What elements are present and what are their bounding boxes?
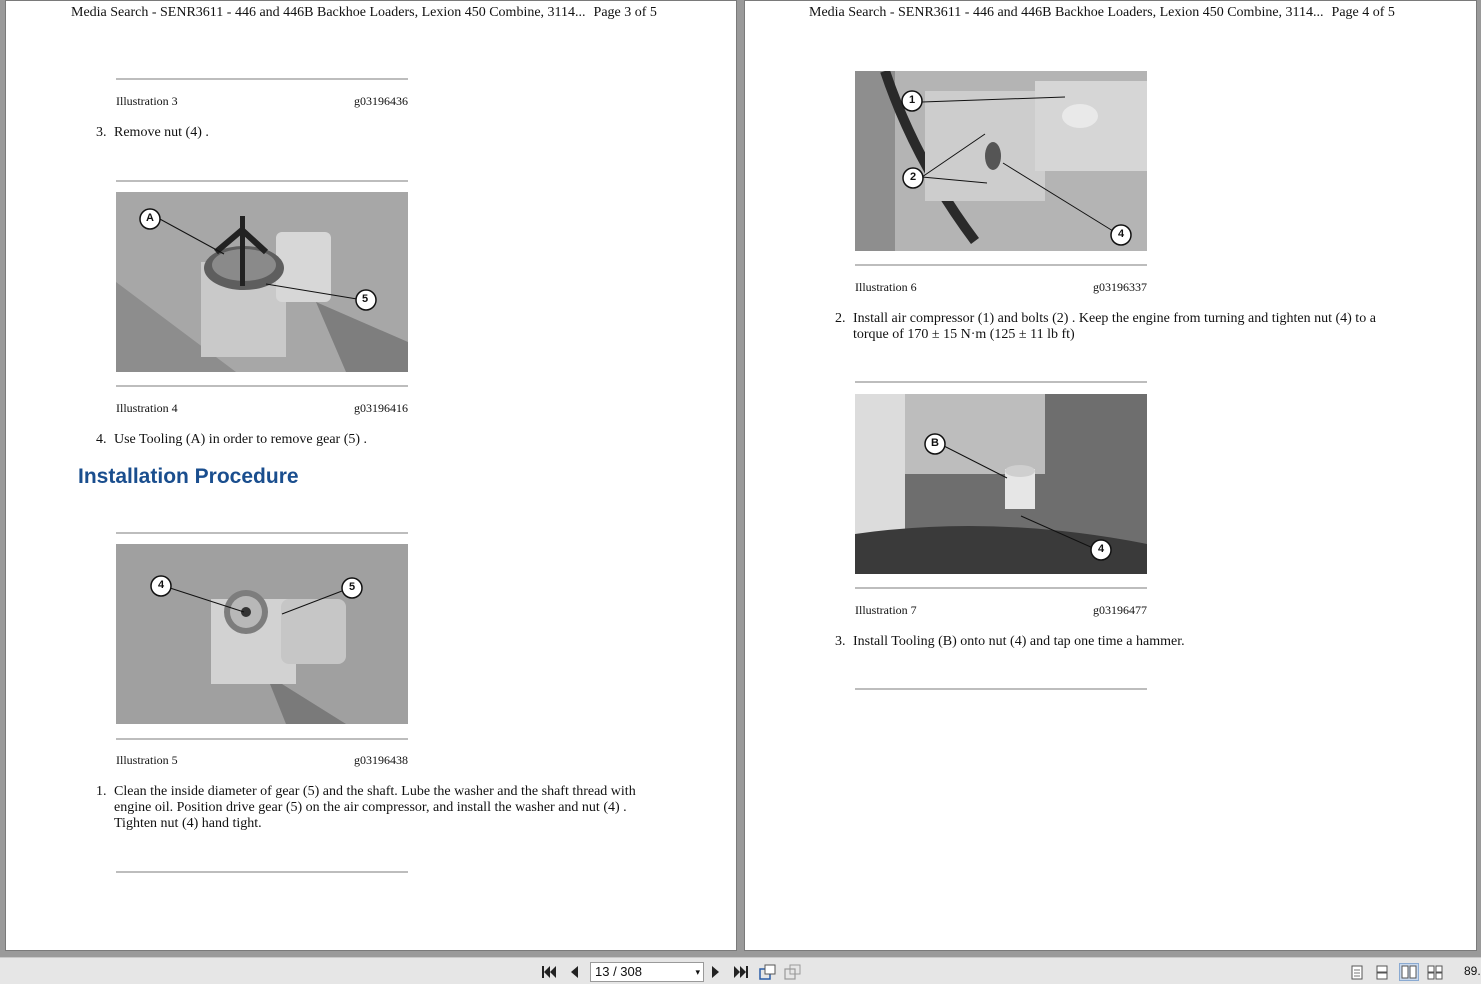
illustration-label: Illustration 7 [855,603,917,617]
illustration-code: g03196436 [354,94,408,108]
step-text: Install Tooling (B) onto nut (4) and tap… [853,634,1185,649]
step-number: 1. [96,784,107,799]
header-title: Media Search - SENR3611 - 446 and 446B B… [71,5,586,20]
callout-5: 5 [362,293,369,305]
previous-page-icon [571,966,578,978]
illustration-photo-tooling: B 4 [855,394,1147,574]
step-number: 3. [96,125,107,140]
illustration-label: Illustration 3 [116,94,178,108]
callout-b: B [931,437,939,449]
step-number: 4. [96,432,107,447]
rotate-icon [759,964,776,980]
two-page-icon [1401,965,1417,979]
two-page-continuous-icon [1427,965,1443,979]
single-page-view-button[interactable] [1348,963,1366,981]
procedure-step: 1. Clean the inside diameter of gear (5)… [96,784,706,834]
fit-icon [784,964,801,980]
illustration-label: Illustration 6 [855,280,917,294]
illustration-rule [855,688,1147,690]
last-page-button[interactable] [732,963,750,981]
single-page-icon [1351,965,1363,979]
callout-4: 4 [158,579,165,591]
page-header: Media Search - SENR3611 - 446 and 446B B… [71,5,657,21]
illustration-photo-air-compressor: 1 2 4 [855,71,1147,251]
next-page-icon [712,966,719,978]
illustration-photo-gear-puller: A 5 [116,192,408,372]
illustration-rule [855,264,1147,266]
header-page-number: Page 3 of 5 [593,5,657,20]
illustration-label: Illustration 4 [116,401,178,415]
callout-1: 1 [909,94,916,106]
callout-4: 4 [1118,228,1125,240]
page-header: Media Search - SENR3611 - 446 and 446B B… [809,5,1395,21]
illustration-rule [855,587,1147,589]
last-page-icon [734,966,748,978]
step-number: 2. [835,311,846,326]
step-text-line: Tighten nut (4) hand tight. [114,816,262,831]
zoom-level[interactable]: 89. [1464,964,1481,978]
first-page-icon [542,966,556,978]
illustration-code: g03196337 [1093,280,1147,294]
step-text-line: engine oil. Position drive gear (5) on t… [114,800,627,815]
illustration-rule [116,738,408,740]
document-page-left: Media Search - SENR3611 - 446 and 446B B… [5,0,737,951]
illustration-code: g03196438 [354,753,408,767]
illustration-label: Illustration 5 [116,753,178,767]
step-number: 3. [835,634,846,649]
procedure-step: 2. Install air compressor (1) and bolts … [835,311,1455,345]
header-page-number: Page 4 of 5 [1331,5,1395,20]
illustration-code: g03196477 [1093,603,1147,617]
page-indicator: 13 / 308 [595,964,642,979]
illustration-rule [855,381,1147,383]
continuous-icon [1376,965,1388,979]
two-page-view-button[interactable] [1399,963,1419,981]
section-heading: Installation Procedure [78,465,299,488]
illustration-rule [116,385,408,387]
rotate-button[interactable] [759,963,777,981]
illustration-code: g03196416 [354,401,408,415]
step-text-line: Clean the inside diameter of gear (5) an… [114,784,636,799]
two-page-continuous-view-button[interactable] [1426,963,1444,981]
callout-5: 5 [349,581,356,593]
illustration-rule [116,78,408,80]
document-page-right: Media Search - SENR3611 - 446 and 446B B… [744,0,1477,951]
next-page-button[interactable] [707,963,725,981]
header-title: Media Search - SENR3611 - 446 and 446B B… [809,5,1324,20]
continuous-view-button[interactable] [1373,963,1391,981]
dropdown-arrow-icon: ▾ [695,967,700,977]
step-text-line: Install air compressor (1) and bolts (2)… [853,311,1376,326]
callout-a: A [146,212,154,224]
viewer-toolbar: 13 / 308 ▾ 89. [0,957,1481,984]
illustration-rule [116,532,408,534]
previous-page-button[interactable] [565,963,583,981]
page-number-select[interactable]: 13 / 308 ▾ [590,962,704,982]
illustration-rule [116,180,408,182]
first-page-button[interactable] [540,963,558,981]
callout-4: 4 [1098,543,1105,555]
illustration-rule [116,871,408,873]
illustration-photo-drive-gear: 4 5 [116,544,408,724]
callout-2: 2 [910,171,917,183]
step-text: Remove nut (4) . [114,125,209,140]
step-text-line: torque of 170 ± 15 N·m (125 ± 11 lb ft) [853,327,1075,342]
fit-page-button[interactable] [784,963,802,981]
step-text: Use Tooling (A) in order to remove gear … [114,432,368,447]
